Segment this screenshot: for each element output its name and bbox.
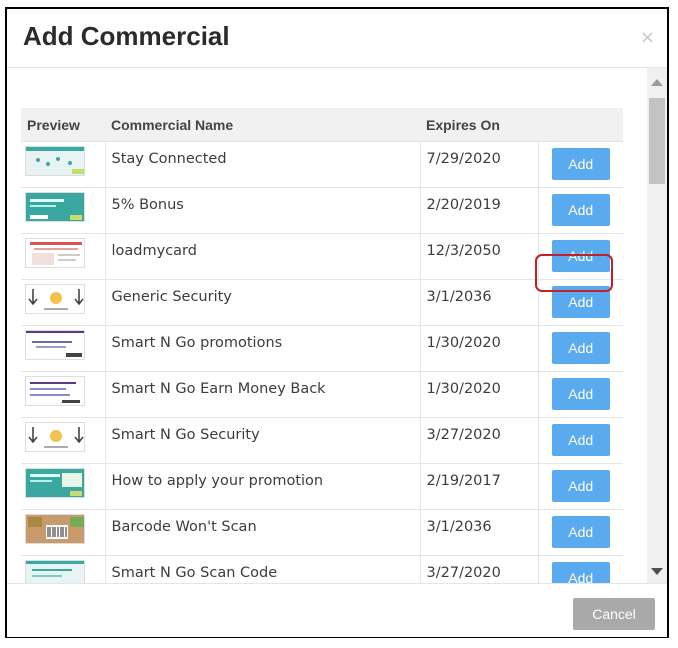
dialog-header: Add Commercial × [7, 9, 667, 68]
action-cell: Add [538, 141, 623, 188]
commercial-name: Smart N Go Scan Code [105, 555, 421, 583]
table-row: Smart N Go promotions 1/30/2020 Add [21, 325, 623, 372]
preview-cell [21, 141, 106, 188]
preview-thumbnail [25, 330, 85, 360]
action-cell: Add [538, 233, 623, 280]
expires-on: 3/1/2036 [420, 509, 539, 556]
table-row: 5% Bonus 2/20/2019 Add [21, 187, 623, 234]
action-cell: Add [538, 417, 623, 464]
vertical-scrollbar[interactable] [647, 68, 667, 583]
preview-thumbnail [25, 514, 85, 544]
expires-on: 2/20/2019 [420, 187, 539, 234]
preview-cell [21, 325, 106, 372]
preview-cell [21, 509, 106, 556]
preview-thumbnail [25, 468, 85, 498]
add-commercial-dialog: Add Commercial × Preview Commercial Name… [5, 7, 669, 638]
expires-on: 2/19/2017 [420, 463, 539, 510]
add-button[interactable]: Add [551, 332, 610, 364]
expires-on: 7/29/2020 [420, 141, 539, 188]
preview-cell [21, 555, 106, 583]
preview-cell [21, 417, 106, 464]
table-header-row: Preview Commercial Name Expires On [21, 108, 623, 142]
preview-thumbnail [25, 422, 85, 452]
preview-cell [21, 233, 106, 280]
preview-thumbnail [25, 146, 85, 176]
table-row: Smart N Go Earn Money Back 1/30/2020 Add [21, 371, 623, 418]
preview-thumbnail [25, 238, 85, 268]
add-button[interactable]: Add [551, 148, 610, 180]
preview-thumbnail [25, 192, 85, 222]
table-row: Stay Connected 7/29/2020 Add [21, 141, 623, 188]
commercial-name: Stay Connected [105, 141, 421, 188]
commercial-name: Smart N Go promotions [105, 325, 421, 372]
cancel-button[interactable]: Cancel [573, 598, 655, 630]
column-header-action [538, 108, 623, 142]
expires-on: 3/1/2036 [420, 279, 539, 326]
preview-cell [21, 279, 106, 326]
expires-on: 1/30/2020 [420, 371, 539, 418]
column-header-name: Commercial Name [105, 108, 420, 142]
close-icon[interactable]: × [640, 27, 655, 48]
expires-on: 12/3/2050 [420, 233, 539, 280]
add-button[interactable]: Add [551, 194, 610, 226]
action-cell: Add [538, 187, 623, 234]
add-button[interactable]: Add [551, 286, 610, 318]
dialog-title: Add Commercial [23, 21, 230, 51]
table-row: Smart N Go Scan Code 3/27/2020 Add [21, 555, 623, 583]
add-button[interactable]: Add [551, 516, 610, 548]
action-cell: Add [538, 325, 623, 372]
action-cell: Add [538, 371, 623, 418]
table-row: How to apply your promotion 2/19/2017 Add [21, 463, 623, 510]
table-row: Barcode Won't Scan 3/1/2036 Add [21, 509, 623, 556]
table-body: Stay Connected 7/29/2020 Add 5% Bonus 2/20/2… [21, 141, 623, 583]
scroll-up-arrow-icon[interactable] [651, 79, 663, 86]
dialog-body: Preview Commercial Name Expires On Stay … [7, 68, 667, 583]
action-cell: Add [538, 555, 623, 583]
add-button[interactable]: Add [551, 424, 610, 456]
commercial-name: How to apply your promotion [105, 463, 421, 510]
expires-on: 3/27/2020 [420, 555, 539, 583]
table-row: Smart N Go Security 3/27/2020 Add [21, 417, 623, 464]
preview-thumbnail [25, 376, 85, 406]
add-button[interactable]: Add [551, 470, 610, 502]
expires-on: 3/27/2020 [420, 417, 539, 464]
commercial-name: Smart N Go Earn Money Back [105, 371, 421, 418]
scroll-down-arrow-icon[interactable] [651, 568, 663, 575]
action-cell: Add [538, 463, 623, 510]
add-button[interactable]: Add [551, 378, 610, 410]
commercials-table-container: Preview Commercial Name Expires On Stay … [21, 108, 623, 583]
action-cell: Add [538, 279, 623, 326]
commercial-name: 5% Bonus [105, 187, 421, 234]
add-button[interactable]: Add [551, 240, 610, 272]
column-header-expires: Expires On [420, 108, 538, 142]
table-row: loadmycard 12/3/2050 Add [21, 233, 623, 280]
expires-on: 1/30/2020 [420, 325, 539, 372]
preview-cell [21, 187, 106, 234]
commercial-name: Generic Security [105, 279, 421, 326]
preview-thumbnail [25, 284, 85, 314]
commercial-name: loadmycard [105, 233, 421, 280]
preview-cell [21, 371, 106, 418]
add-button[interactable]: Add [551, 562, 610, 583]
scrollbar-thumb[interactable] [649, 98, 665, 184]
commercial-name: Smart N Go Security [105, 417, 421, 464]
preview-cell [21, 463, 106, 510]
table-row: Generic Security 3/1/2036 Add [21, 279, 623, 326]
dialog-footer: Cancel [7, 583, 667, 637]
commercials-table: Preview Commercial Name Expires On Stay … [21, 108, 623, 583]
column-header-preview: Preview [21, 108, 105, 142]
preview-thumbnail [25, 560, 85, 583]
action-cell: Add [538, 509, 623, 556]
commercial-name: Barcode Won't Scan [105, 509, 421, 556]
